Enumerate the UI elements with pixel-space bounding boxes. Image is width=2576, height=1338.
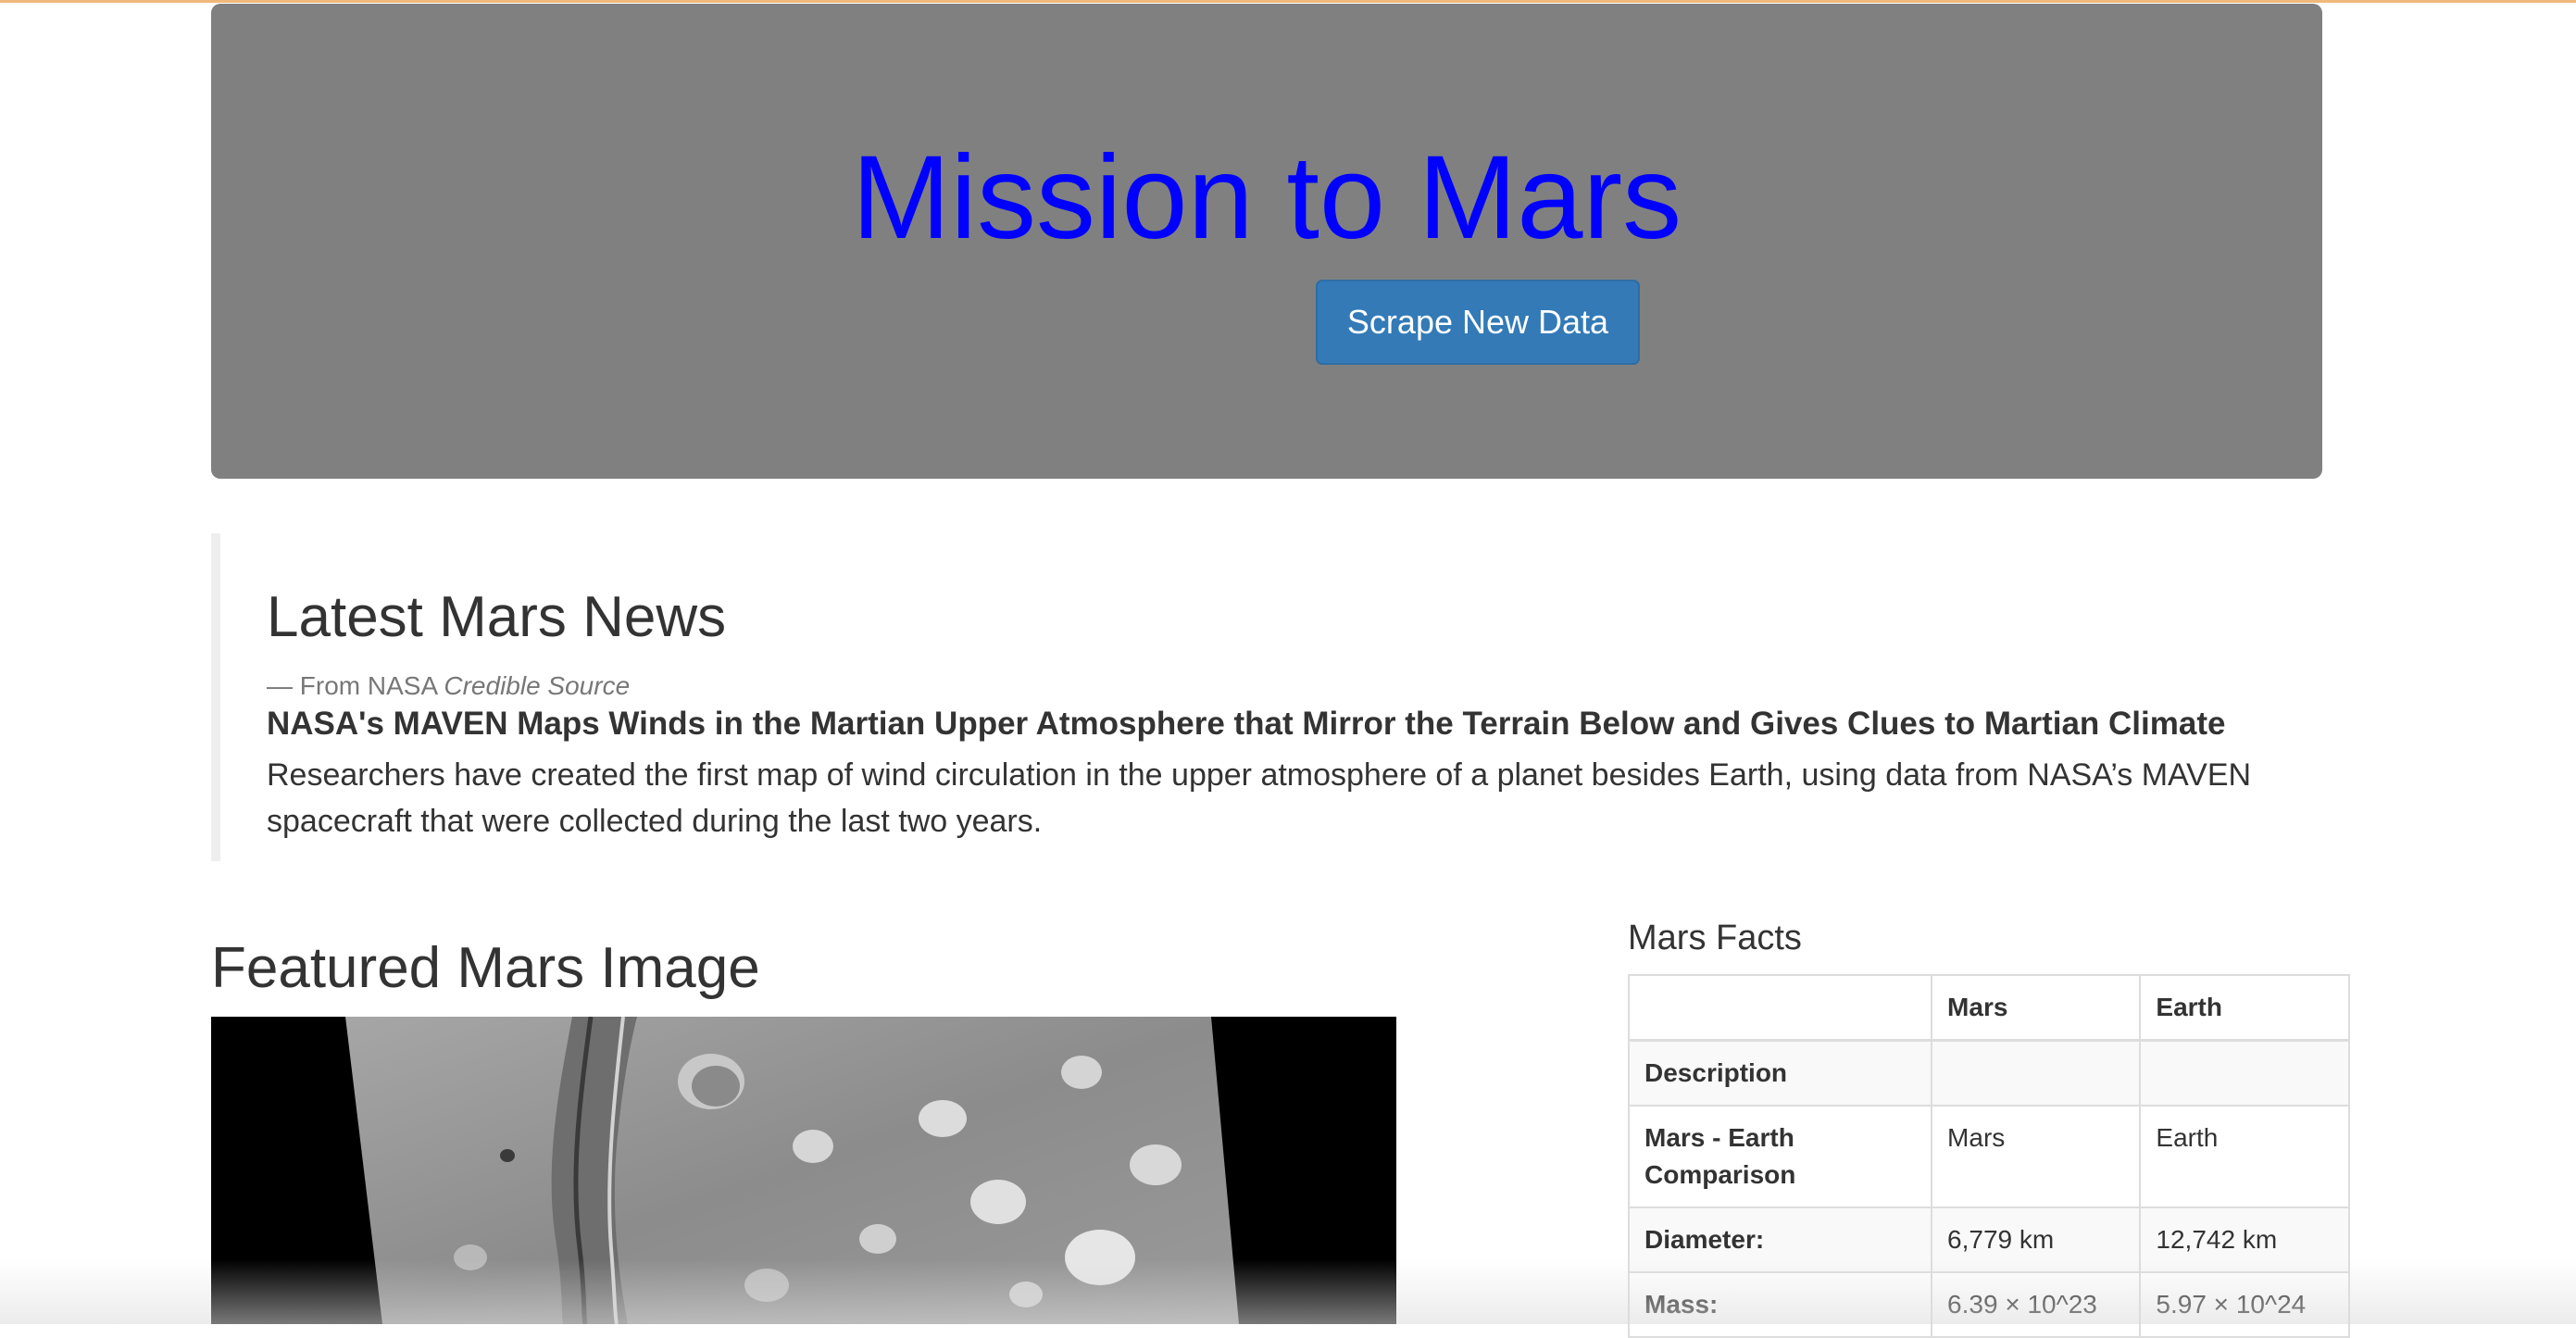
scrape-new-data-button[interactable]: Scrape New Data	[1316, 280, 1640, 365]
news-source-prefix: — From NASA	[267, 671, 437, 700]
news-source-emphasis: Credible Source	[444, 671, 631, 700]
table-header-cell: Mars	[1931, 974, 2142, 1042]
table-row: Mars - Earth Comparison Mars Earth	[1627, 1105, 2350, 1208]
table-cell-earth: 5.97 × 10^24	[2139, 1271, 2350, 1338]
featured-mars-image	[211, 1017, 1396, 1324]
table-cell-earth: Earth	[2139, 1105, 2350, 1208]
featured-image-heading: Featured Mars Image	[211, 936, 760, 1000]
table-row: Mass: 6.39 × 10^23 5.97 × 10^24	[1627, 1271, 2350, 1338]
table-header-row: Mars Earth	[1627, 974, 2350, 1042]
table-cell-mars: Mars	[1931, 1105, 2142, 1208]
mars-facts-heading: Mars Facts	[1628, 919, 1802, 957]
table-header-cell	[1627, 974, 1933, 1042]
table-header-cell: Earth	[2139, 974, 2350, 1042]
mars-facts-table: Mars Earth Description Mars - Earth Comp…	[1627, 974, 2350, 1338]
news-title: NASA's MAVEN Maps Winds in the Martian U…	[267, 706, 2226, 742]
news-heading: Latest Mars News	[267, 585, 727, 649]
table-cell-earth: 12,742 km	[2139, 1207, 2350, 1273]
latest-news-blockquote: Latest Mars News — From NASA Credible So…	[211, 533, 2350, 861]
top-border	[0, 0, 2576, 3]
news-paragraph: Researchers have created the first map o…	[267, 757, 2252, 839]
page-title: Mission to Mars	[851, 131, 1682, 264]
table-row: Diameter: 6,779 km 12,742 km	[1627, 1207, 2350, 1273]
table-row-label: Mass:	[1627, 1271, 1933, 1338]
jumbotron: Mission to Mars Scrape New Data	[211, 4, 2322, 479]
news-source: — From NASA Credible Source	[267, 670, 630, 702]
table-cell-mars: 6,779 km	[1931, 1207, 2142, 1273]
table-cell-mars	[1931, 1039, 2142, 1107]
mars-surface-image	[211, 1017, 1396, 1324]
table-row-label: Diameter:	[1627, 1207, 1933, 1273]
table-cell-mars: 6.39 × 10^23	[1931, 1271, 2142, 1338]
table-row-label: Mars - Earth Comparison	[1627, 1105, 1933, 1208]
table-row-label: Description	[1627, 1039, 1933, 1107]
table-row: Description	[1627, 1039, 2350, 1107]
table-cell-earth	[2139, 1039, 2350, 1107]
